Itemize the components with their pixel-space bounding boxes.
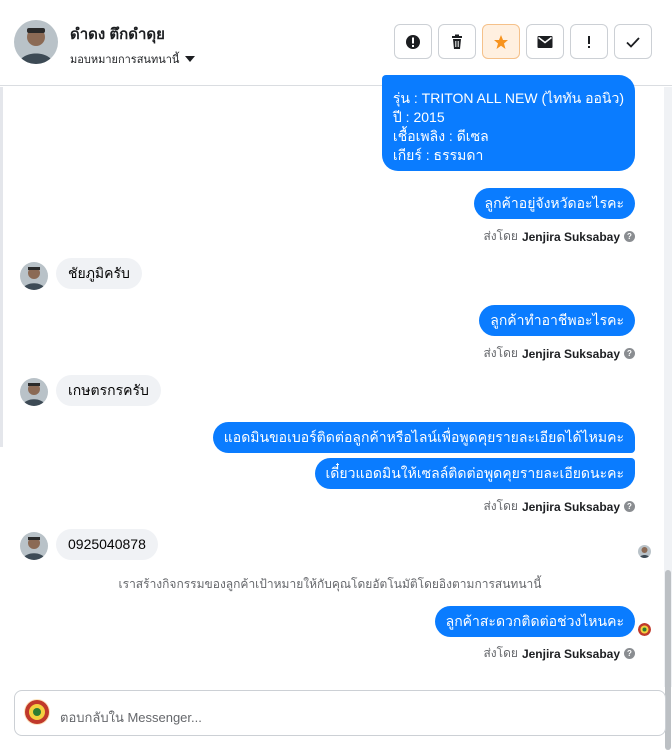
incoming-message: 0925040878 [56,529,158,560]
exclamation-icon [588,35,590,48]
caret-down-icon [185,56,196,62]
help-icon[interactable]: ? [624,348,635,359]
sender-name: Jenjira Suksabay [521,646,620,661]
mark-spam-button[interactable] [570,24,608,59]
star-button[interactable] [482,24,520,59]
reply-input-placeholder[interactable]: ตอบกลับใน Messenger... [60,707,202,728]
assign-label: มอบหมายการสนทนานี้ [70,54,180,66]
message-line: ปี : 2015 [392,109,445,125]
outgoing-message: ลูกค้าสะดวกติดต่อช่วงไหนคะ [434,606,635,637]
delete-button[interactable] [438,24,476,59]
help-icon[interactable]: ? [624,231,635,242]
outgoing-message: ลูกค้าอยู่จังหวัดอะไรคะ [473,188,635,219]
sent-by-prefix: ส่งโดย [483,229,518,243]
scrollbar-track[interactable] [664,87,672,750]
info-button[interactable] [394,24,432,59]
contact-avatar-small [20,262,48,290]
help-icon[interactable]: ? [624,501,635,512]
incoming-message: ชัยภูมิครับ [56,258,142,289]
thread-divider [0,87,3,447]
contact-avatar-small [20,378,48,406]
assign-conversation-dropdown[interactable]: มอบหมายการสนทนานี้ [70,50,196,68]
outgoing-message: รุ่น : TRITON ALL NEW (ไททัน ออนิว) ปี :… [381,75,635,171]
header-actions [394,24,652,59]
star-icon [494,34,508,49]
system-note: เราสร้างกิจกรรมของลูกค้าเป้าหมายให้กับคุ… [118,577,542,591]
info-icon [406,34,420,49]
mail-button[interactable] [526,24,564,59]
sent-by-label: ส่งโดย Jenjira Suksabay ? [483,644,635,663]
sender-name: Jenjira Suksabay [521,499,620,514]
trash-icon [452,34,462,49]
message-line: เกียร์ : ธรรมดา [392,147,484,163]
sent-by-prefix: ส่งโดย [483,646,518,660]
page-avatar-seen [638,623,651,636]
contact-avatar[interactable] [14,20,58,64]
message-line: รุ่น : TRITON ALL NEW (ไททัน ออนิว) [392,90,624,106]
mail-icon [537,35,553,48]
outgoing-message: แอดมินขอเบอร์ติดต่อลูกค้าหรือไลน์เพื่อพู… [212,422,635,453]
sent-by-prefix: ส่งโดย [483,346,518,360]
mark-done-button[interactable] [614,24,652,59]
sent-by-prefix: ส่งโดย [483,499,518,513]
help-icon[interactable]: ? [624,648,635,659]
message-line: เชื้อเพลิง : ดีเซล [392,128,489,144]
sent-by-label: ส่งโดย Jenjira Suksabay ? [483,344,635,363]
check-icon [626,36,640,48]
conversation-header: ดำดง ตึกดำดุย มอบหมายการสนทนานี้ [0,0,672,86]
reply-composer[interactable]: ตอบกลับใน Messenger... [14,690,666,736]
outgoing-message: ลูกค้าทำอาชีพอะไรคะ [479,305,635,336]
sender-name: Jenjira Suksabay [521,229,620,244]
sent-by-label: ส่งโดย Jenjira Suksabay ? [483,497,635,516]
contact-avatar-small [20,532,48,560]
page-logo-icon [24,699,50,725]
incoming-message: เกษตรกรครับ [56,375,161,406]
contact-name: ดำดง ตึกดำดุย [70,26,165,43]
sent-by-label: ส่งโดย Jenjira Suksabay ? [483,227,635,246]
outgoing-message: เดี๋ยวแอดมินให้เซลล์ติดต่อพูดคุยรายละเอี… [314,458,635,489]
seen-avatar [638,545,651,558]
sender-name: Jenjira Suksabay [521,346,620,361]
